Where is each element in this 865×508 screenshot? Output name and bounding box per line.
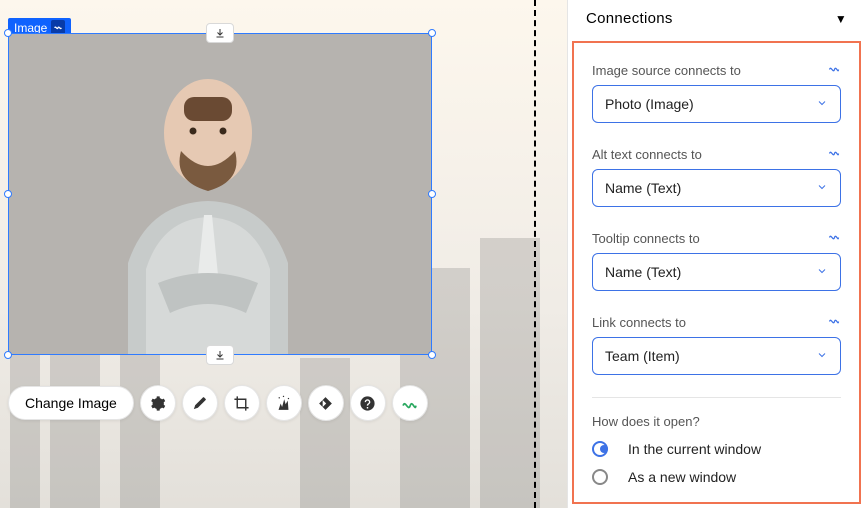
radio-label: As a new window (620, 469, 736, 485)
connections-panel: Connections ▼ Image source connects to P… (567, 0, 865, 508)
resize-handle-top-left[interactable] (4, 29, 12, 37)
select-value: Name (Text) (605, 180, 681, 196)
collapse-icon: ▼ (835, 12, 847, 26)
chevron-down-icon (816, 264, 828, 280)
image-source-select[interactable]: Photo (Image) (592, 85, 841, 123)
radio-icon-unchecked (592, 469, 608, 485)
radio-new-window[interactable]: As a new window (592, 469, 841, 485)
link-open-behavior: How does it open? In the current window … (592, 414, 841, 485)
radio-current-window[interactable]: In the current window (592, 441, 841, 457)
chevron-down-icon (816, 96, 828, 112)
stretch-bottom-button[interactable] (206, 345, 234, 365)
resize-handle-bottom-left[interactable] (4, 351, 12, 359)
settings-button[interactable] (140, 385, 176, 421)
field-label: Image source connects to (592, 63, 741, 78)
stretch-top-button[interactable] (206, 23, 234, 43)
chevron-down-icon (816, 180, 828, 196)
panel-title: Connections (586, 10, 673, 27)
editor-canvas[interactable]: Image (0, 0, 567, 508)
resize-handle-bottom-right[interactable] (428, 351, 436, 359)
open-question-label: How does it open? (592, 414, 841, 429)
binding-icon[interactable] (827, 145, 841, 163)
radio-label: In the current window (620, 441, 761, 457)
field-label: Tooltip connects to (592, 231, 700, 246)
alt-text-select[interactable]: Name (Text) (592, 169, 841, 207)
filters-button[interactable] (266, 385, 302, 421)
radio-icon-checked (592, 441, 608, 457)
field-image-source: Image source connects to Photo (Image) (592, 61, 841, 123)
section-divider-guideline (534, 0, 536, 508)
select-value: Name (Text) (605, 264, 681, 280)
tooltip-select[interactable]: Name (Text) (592, 253, 841, 291)
crop-button[interactable] (224, 385, 260, 421)
design-button[interactable] (182, 385, 218, 421)
select-value: Photo (Image) (605, 96, 694, 112)
binding-icon[interactable] (827, 61, 841, 79)
resize-handle-right[interactable] (428, 190, 436, 198)
link-select[interactable]: Team (Item) (592, 337, 841, 375)
chevron-down-icon (816, 348, 828, 364)
panel-body: Image source connects to Photo (Image) A… (572, 41, 861, 504)
field-alt-text: Alt text connects to Name (Text) (592, 145, 841, 207)
binding-icon[interactable] (827, 229, 841, 247)
connect-data-button[interactable] (392, 385, 428, 421)
field-label: Alt text connects to (592, 147, 702, 162)
image-preview (8, 33, 432, 355)
animation-button[interactable] (308, 385, 344, 421)
element-toolbar: Change Image (8, 385, 428, 421)
field-tooltip: Tooltip connects to Name (Text) (592, 229, 841, 291)
help-button[interactable] (350, 385, 386, 421)
binding-icon[interactable] (827, 313, 841, 331)
select-value: Team (Item) (605, 348, 680, 364)
panel-header[interactable]: Connections ▼ (568, 0, 865, 41)
selected-image-element[interactable] (8, 33, 432, 355)
resize-handle-top-right[interactable] (428, 29, 436, 37)
section-divider (592, 397, 841, 398)
change-image-button[interactable]: Change Image (8, 386, 134, 420)
field-label: Link connects to (592, 315, 686, 330)
field-link: Link connects to Team (Item) (592, 313, 841, 375)
resize-handle-left[interactable] (4, 190, 12, 198)
